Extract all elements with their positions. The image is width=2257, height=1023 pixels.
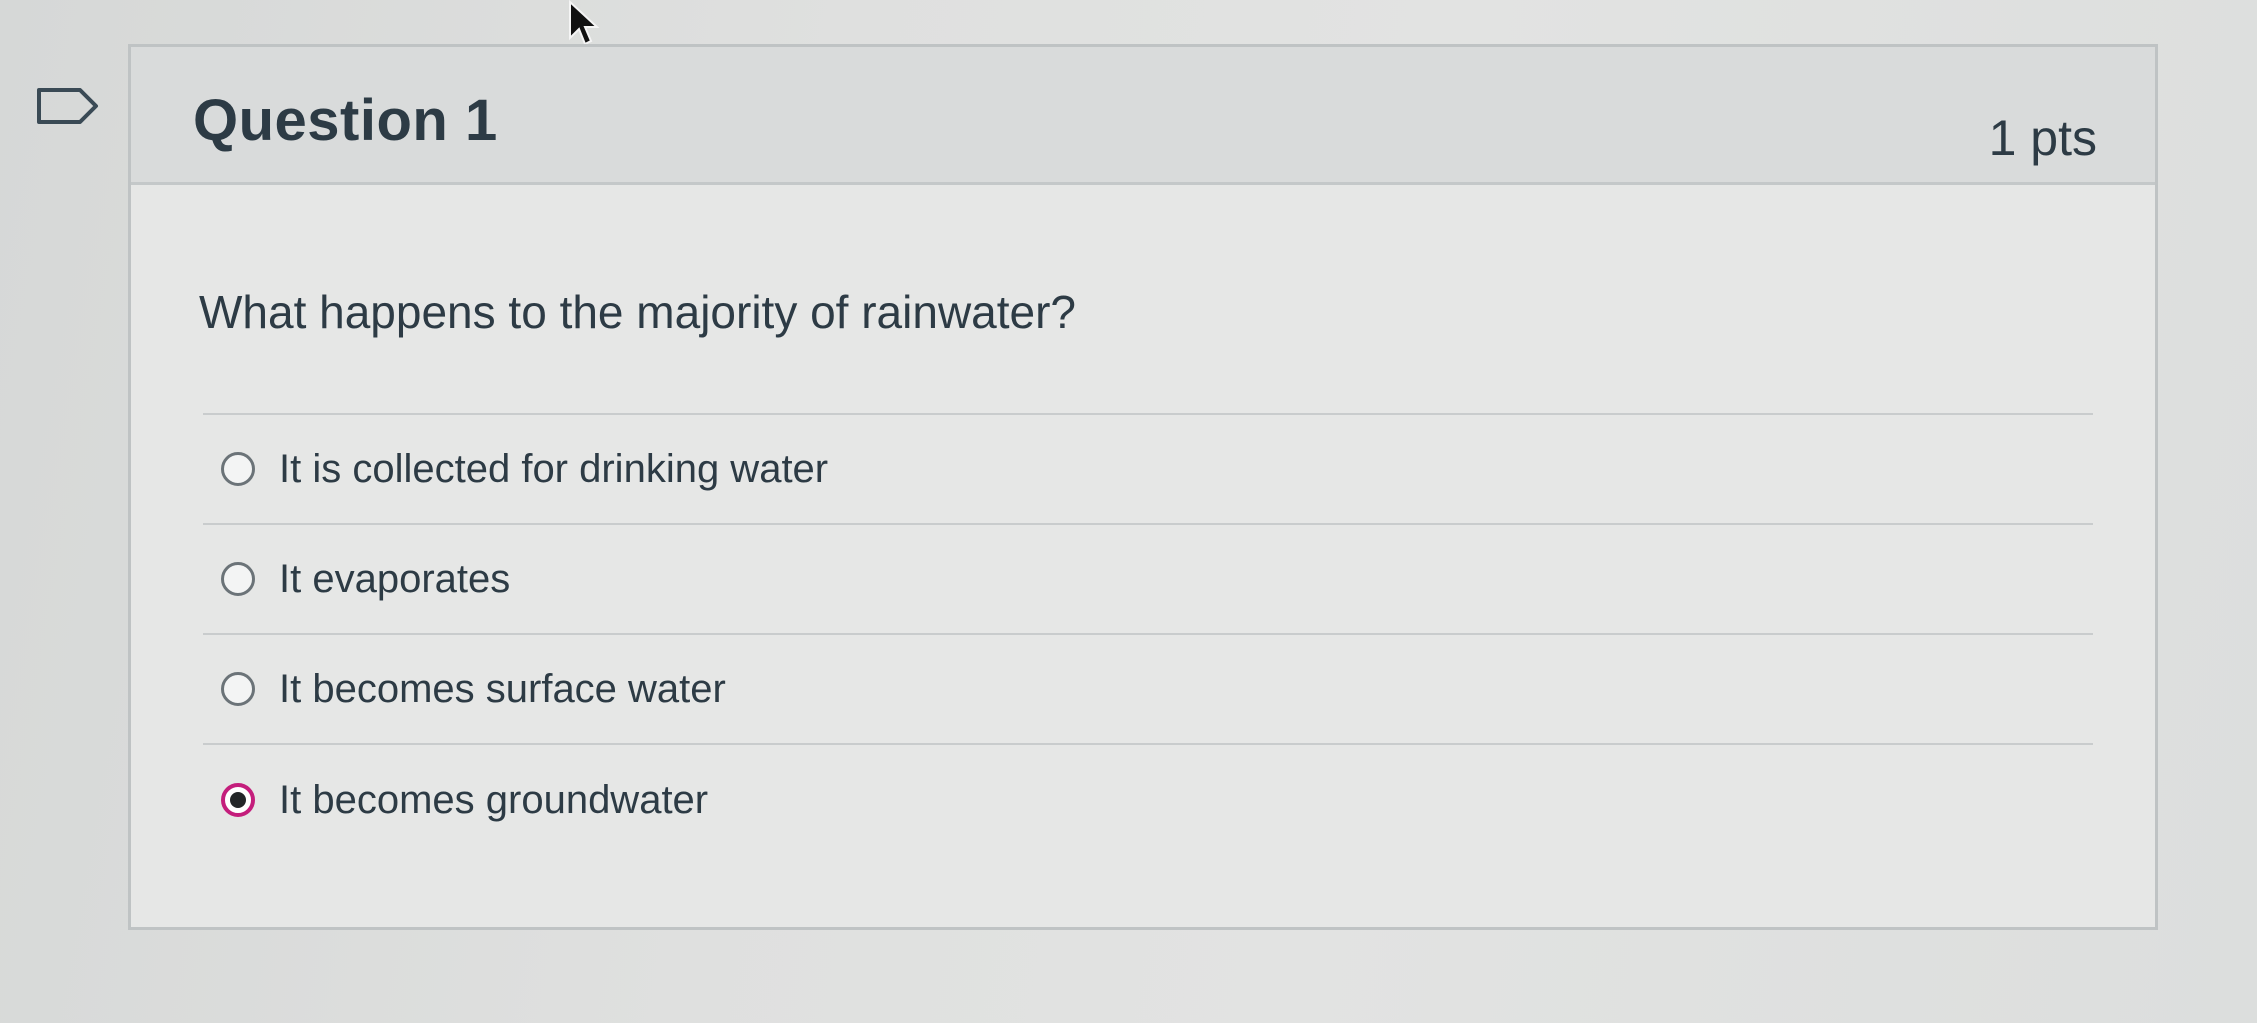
- answer-list: It is collected for drinking water It ev…: [203, 413, 2093, 855]
- question-points: 1 pts: [1988, 110, 2097, 166]
- flag-question-icon[interactable]: [36, 86, 100, 126]
- mouse-pointer-icon: [569, 0, 600, 46]
- question-title: Question 1: [193, 88, 498, 153]
- answer-option-evaporates[interactable]: It evaporates: [203, 525, 2093, 635]
- question-card: Question 1 1 pts What happens to the maj…: [128, 44, 2158, 930]
- answer-label: It is collected for drinking water: [279, 446, 829, 491]
- radio-button[interactable]: [221, 452, 255, 486]
- question-prompt: What happens to the majority of rainwate…: [199, 286, 1077, 338]
- answer-label: It becomes surface water: [279, 666, 726, 711]
- question-header: Question 1 1 pts: [131, 47, 2155, 185]
- answer-label: It evaporates: [279, 556, 511, 601]
- answer-option-drinking-water[interactable]: It is collected for drinking water: [203, 415, 2093, 525]
- answer-option-groundwater[interactable]: It becomes groundwater: [203, 745, 2093, 855]
- radio-button[interactable]: [221, 562, 255, 596]
- radio-button[interactable]: [221, 672, 255, 706]
- answer-label: It becomes groundwater: [279, 777, 709, 822]
- radio-button-selected[interactable]: [221, 783, 255, 817]
- answer-option-surface-water[interactable]: It becomes surface water: [203, 635, 2093, 745]
